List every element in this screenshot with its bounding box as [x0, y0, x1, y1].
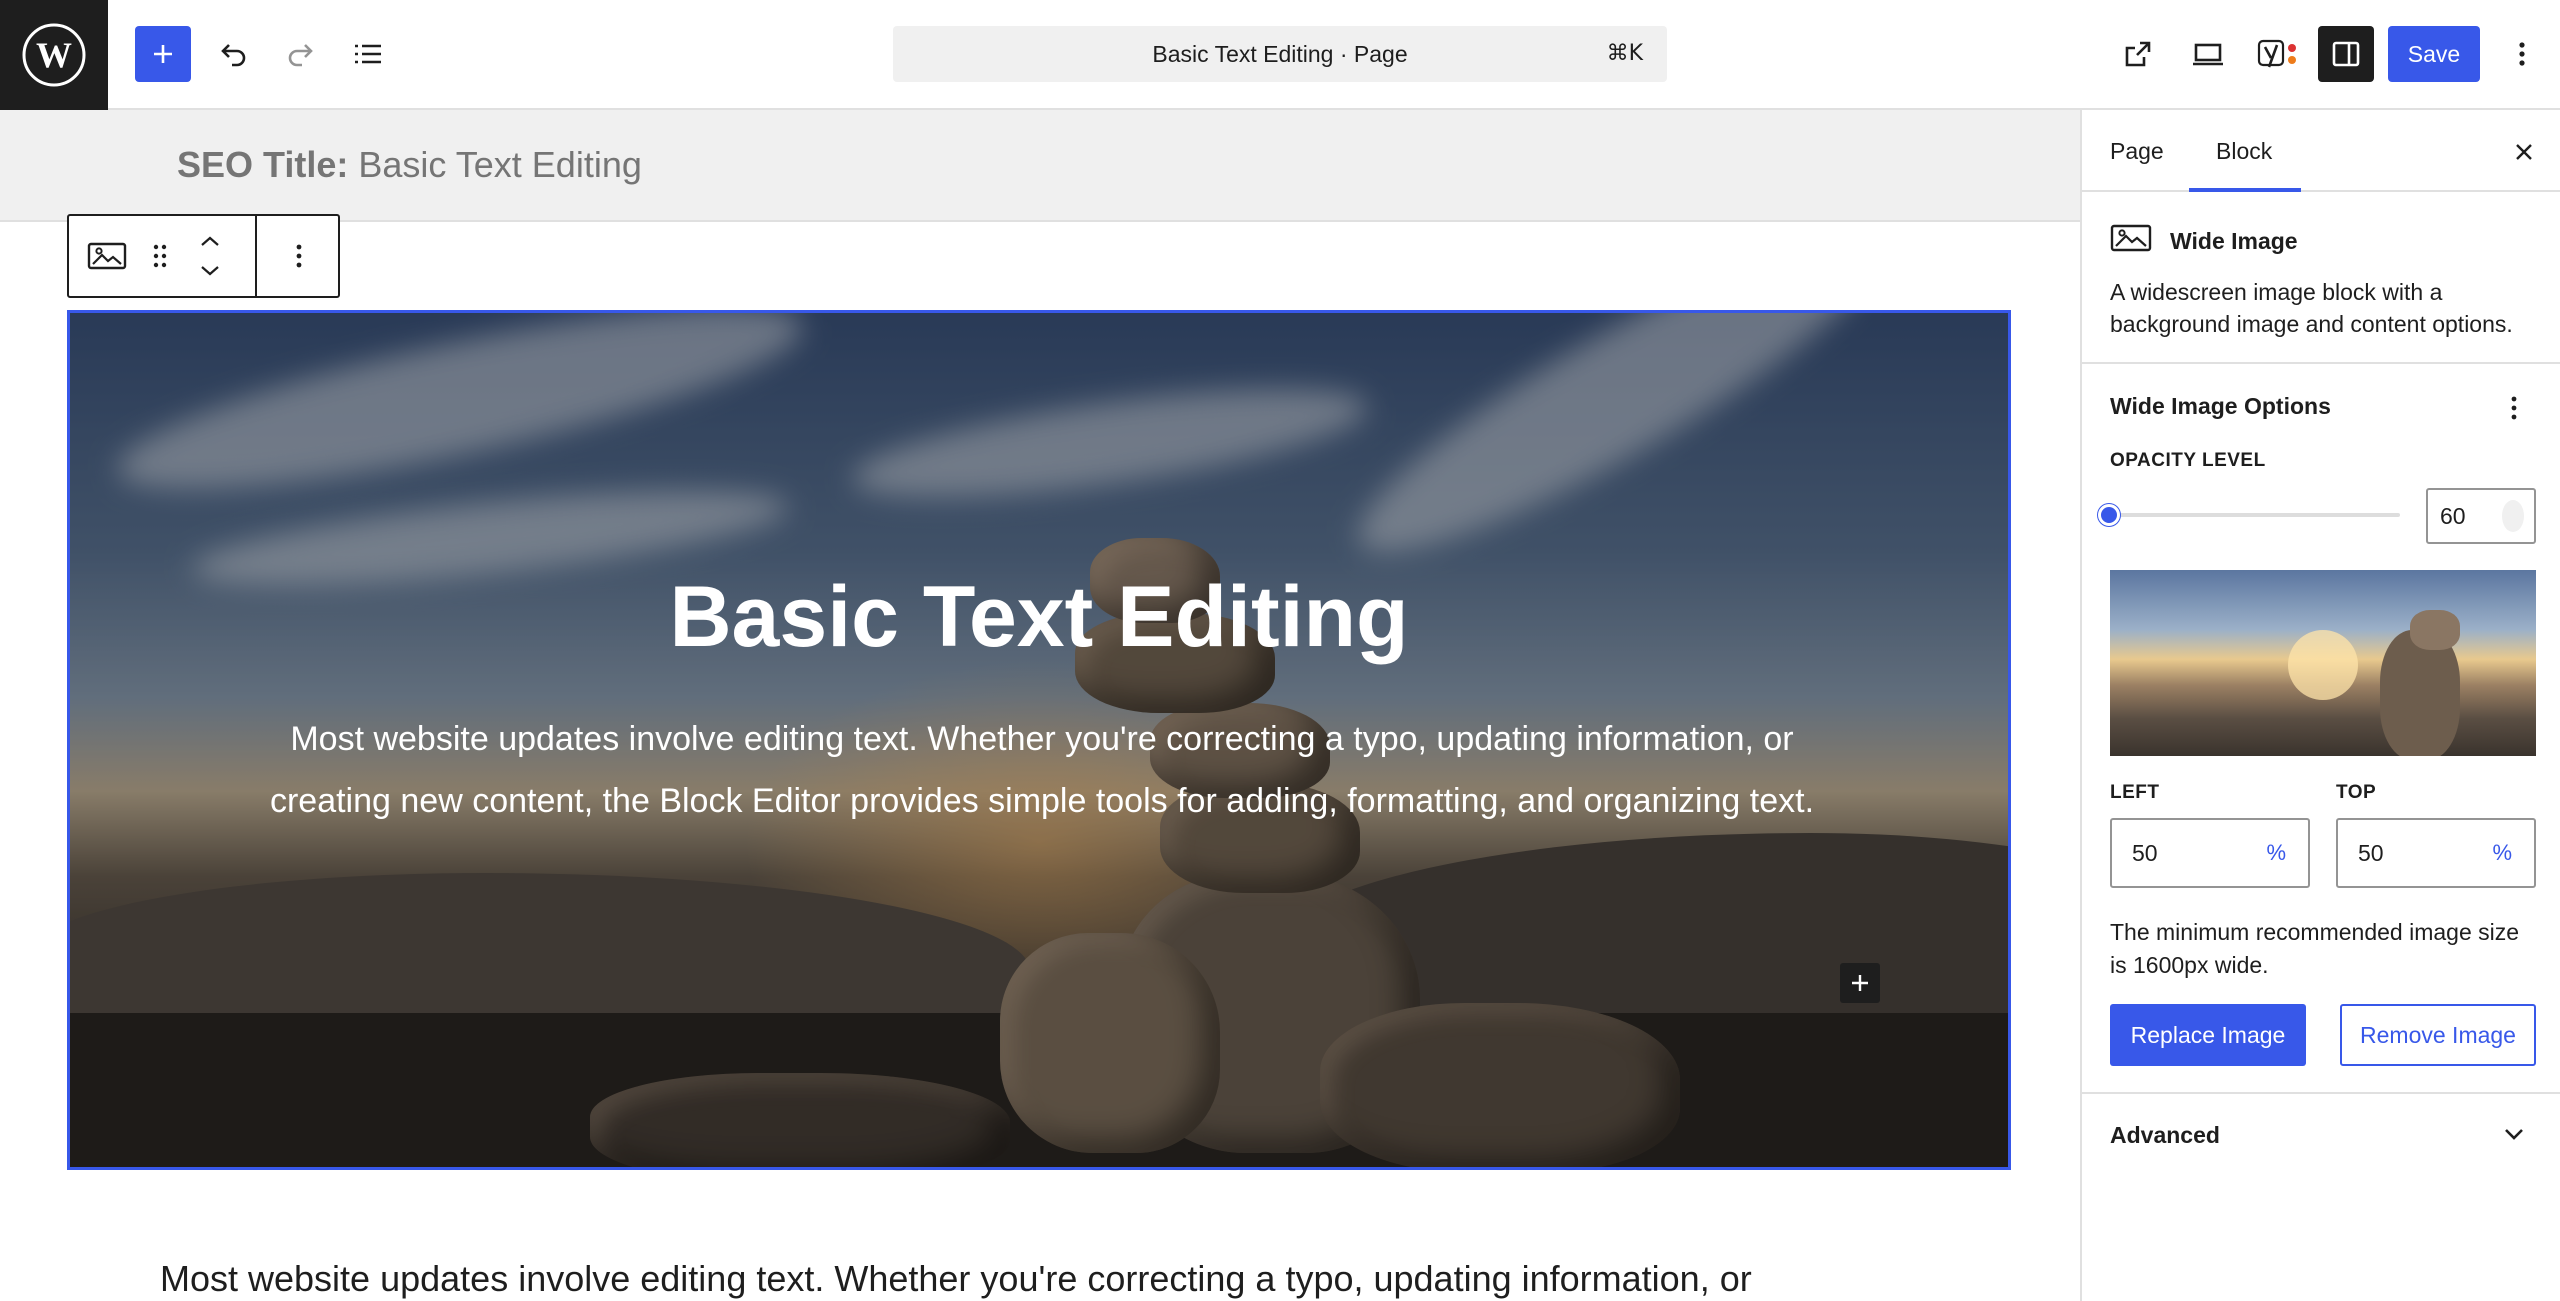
panel-divider [2082, 1092, 2560, 1094]
undo-button[interactable] [206, 26, 262, 82]
opacity-slider-track[interactable] [2110, 513, 2400, 517]
replace-image-button[interactable]: Replace Image [2110, 1004, 2306, 1066]
rock [2380, 630, 2460, 756]
seo-title-bar[interactable]: SEO Title: Basic Text Editing [0, 110, 2080, 222]
plus-icon [154, 45, 172, 63]
cover-paragraph[interactable]: Most website updates involve editing tex… [265, 708, 1819, 832]
document-title: Basic Text Editing · Page [1152, 40, 1408, 67]
settings-sidebar-toggle[interactable] [2318, 26, 2374, 82]
yoast-seo-button[interactable] [2250, 26, 2306, 82]
rock [2410, 610, 2460, 650]
svg-text:W: W [36, 35, 72, 75]
move-up-button[interactable] [195, 228, 225, 254]
yoast-icon [2257, 39, 2296, 68]
list-view-icon [355, 44, 381, 64]
advanced-expand-button[interactable] [2492, 1112, 2536, 1156]
redo-icon [288, 44, 313, 67]
more-vertical-icon [2511, 396, 2517, 420]
close-icon [2516, 144, 2532, 160]
focal-point-picker[interactable] [2110, 570, 2536, 756]
left-position-value: 50 [2132, 839, 2158, 866]
editor-canvas: SEO Title: Basic Text Editing Basic Text… [0, 110, 2080, 1301]
sidebar-icon [2332, 41, 2360, 67]
preview-device-button[interactable] [2180, 26, 2236, 82]
left-position-input[interactable]: 50 % [2110, 818, 2310, 888]
cover-heading[interactable]: Basic Text Editing [70, 568, 2008, 667]
opacity-value: 60 [2440, 502, 2466, 529]
paragraph-block[interactable]: Most website updates involve editing tex… [160, 1258, 1960, 1300]
opacity-label: OPACITY LEVEL [2110, 450, 2266, 471]
external-link-icon [2125, 41, 2151, 67]
remove-image-button[interactable]: Remove Image [2340, 1004, 2536, 1066]
top-position-input[interactable]: 50 % [2336, 818, 2536, 888]
view-page-button[interactable] [2110, 26, 2166, 82]
close-sidebar-button[interactable] [2502, 130, 2546, 174]
add-block-button[interactable] [135, 26, 191, 82]
chevron-down-icon [201, 266, 219, 276]
options-menu-button[interactable] [2494, 26, 2550, 82]
editor-header: W Basic Text Editing · Page ⌘K Save [0, 0, 2560, 110]
block-type-button[interactable] [85, 234, 129, 278]
image-size-note: The minimum recommended image size is 16… [2110, 919, 2520, 978]
wordpress-logo-button[interactable]: W [0, 0, 108, 110]
more-vertical-icon [296, 244, 302, 268]
settings-sidebar: Page Block Wide Image A widescreen image… [2080, 110, 2560, 1301]
seo-title: SEO Title: Basic Text Editing [177, 144, 642, 186]
move-down-button[interactable] [195, 258, 225, 284]
panel-options-button[interactable] [2492, 386, 2536, 430]
tab-block[interactable]: Block [2216, 110, 2272, 192]
block-toolbar [67, 214, 340, 298]
image-icon [2110, 222, 2152, 259]
block-card-title: Wide Image [2170, 228, 2298, 254]
top-unit: % [2492, 840, 2512, 865]
redo-button[interactable] [272, 26, 328, 82]
image-icon [87, 242, 127, 270]
block-card: Wide Image A widescreen image block with… [2082, 192, 2560, 364]
seo-title-value: Basic Text Editing [358, 144, 642, 185]
save-button[interactable]: Save [2388, 26, 2480, 82]
seo-title-label: SEO Title: [177, 144, 349, 185]
top-label: TOP [2336, 782, 2377, 803]
drag-handle-icon [153, 244, 167, 268]
wordpress-logo-icon: W [22, 23, 86, 87]
block-options-button[interactable] [277, 234, 321, 278]
more-vertical-icon [2519, 42, 2525, 66]
focal-point-handle[interactable] [2288, 630, 2358, 700]
chevron-down-icon [2505, 1129, 2523, 1140]
wide-image-block[interactable]: Basic Text Editing Most website updates … [67, 310, 2011, 1170]
left-unit: % [2266, 840, 2286, 865]
spinner-icon[interactable] [2502, 500, 2524, 532]
desktop-preview-icon [2193, 43, 2223, 66]
top-position-value: 50 [2358, 839, 2384, 866]
tab-page[interactable]: Page [2110, 110, 2164, 192]
plus-icon [1852, 975, 1868, 991]
left-label: LEFT [2110, 782, 2160, 803]
opacity-slider-thumb[interactable] [2098, 504, 2120, 526]
document-overview-button[interactable] [340, 26, 396, 82]
undo-icon [221, 44, 246, 67]
toolbar-divider [255, 216, 257, 296]
opacity-number-input[interactable]: 60 [2426, 488, 2536, 544]
advanced-panel-toggle[interactable]: Advanced [2110, 1122, 2220, 1149]
block-inserter-button[interactable] [1840, 963, 1880, 1003]
chevron-up-icon [201, 236, 219, 246]
panel-title[interactable]: Wide Image Options [2110, 393, 2331, 420]
block-card-description: A widescreen image block with a backgrou… [2110, 279, 2513, 337]
sidebar-tabs: Page Block [2082, 110, 2560, 192]
drag-handle[interactable] [145, 236, 175, 276]
command-palette-bar[interactable]: Basic Text Editing · Page ⌘K [893, 26, 1667, 82]
command-shortcut-hint: ⌘K [1606, 41, 1643, 66]
